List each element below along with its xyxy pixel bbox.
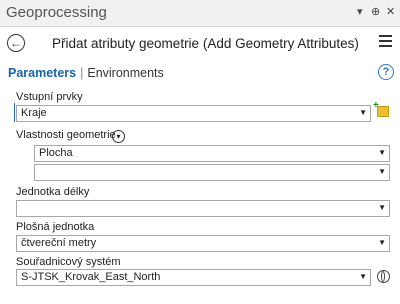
- add-folder-icon[interactable]: [373, 100, 389, 117]
- area-unit-value: čtvereční metry: [21, 237, 97, 249]
- area-unit-dropdown[interactable]: čtvereční metry ▼: [16, 235, 390, 252]
- input-features-label: Vstupní prvky: [16, 91, 83, 103]
- coordinate-system-label: Souřadnicový systém: [16, 256, 121, 268]
- geometry-property-dropdown-1[interactable]: Plocha ▼: [34, 145, 390, 162]
- chevron-down-icon: ▼: [378, 167, 386, 176]
- tab-environments[interactable]: Environments: [87, 66, 163, 80]
- close-icon[interactable]: ✕: [386, 5, 395, 18]
- coordinate-system-value: S-JTSK_Krovak_East_North: [21, 271, 161, 283]
- expand-icon[interactable]: ▾: [112, 130, 125, 143]
- chevron-down-icon: ▼: [378, 203, 386, 212]
- geometry-property-dropdown-2[interactable]: ▼: [34, 164, 390, 181]
- window-title: Geoprocessing: [6, 4, 107, 21]
- dropdown-icon[interactable]: ▾: [357, 5, 363, 18]
- help-icon[interactable]: ?: [378, 64, 394, 80]
- length-unit-dropdown[interactable]: ▼: [16, 200, 390, 217]
- input-features-dropdown[interactable]: Kraje ▼: [16, 105, 371, 122]
- chevron-down-icon: ▼: [378, 148, 386, 157]
- tab-bar: Parameters | Environments: [8, 66, 164, 80]
- length-unit-label: Jednotka délky: [16, 186, 90, 198]
- menu-icon[interactable]: [379, 35, 392, 50]
- pin-icon[interactable]: ⊕: [371, 5, 380, 18]
- coordinate-system-dropdown[interactable]: S-JTSK_Krovak_East_North ▼: [16, 269, 371, 286]
- chevron-down-icon: ▼: [359, 272, 367, 281]
- geometry-property-value-1: Plocha: [39, 147, 73, 159]
- geometry-properties-label: Vlastnosti geometrie: [16, 129, 116, 141]
- area-unit-label: Plošná jednotka: [16, 221, 95, 233]
- chevron-down-icon: ▼: [378, 238, 386, 247]
- chevron-down-icon: ▼: [359, 108, 367, 117]
- title-bar: Geoprocessing ▾ ⊕ ✕: [0, 0, 400, 27]
- back-arrow-icon[interactable]: ←: [7, 34, 25, 52]
- tab-parameters[interactable]: Parameters: [8, 66, 76, 80]
- tool-header: ← Přidat atributy geometrie (Add Geometr…: [0, 27, 400, 61]
- globe-icon[interactable]: [377, 270, 390, 283]
- input-features-value: Kraje: [21, 107, 47, 119]
- tool-title: Přidat atributy geometrie (Add Geometry …: [52, 36, 359, 51]
